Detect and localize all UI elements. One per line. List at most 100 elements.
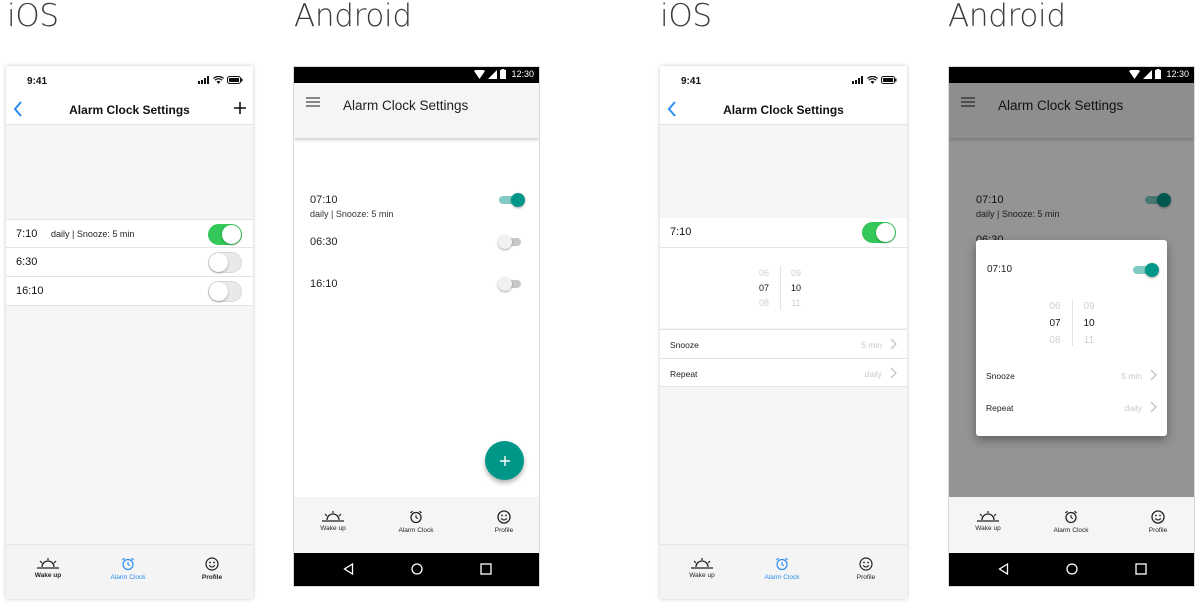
minute-picker-column[interactable]: 09 10 11: [1077, 298, 1101, 349]
platform-label-ios: iOS: [660, 0, 712, 34]
chevron-right-icon: [890, 367, 897, 379]
page-title: Alarm Clock Settings: [723, 103, 844, 117]
alarm-edit-dialog: 07:10 06 07 08 09 10 11 Snooze 5 min Rep…: [976, 240, 1167, 436]
smiley-icon: [859, 557, 873, 571]
alarm-time: 07:10: [310, 194, 338, 206]
tab-alarm-clock[interactable]: Alarm Clock: [381, 510, 451, 534]
alarm-row[interactable]: 6:30: [6, 248, 253, 277]
alarm-details: daily | Snooze: 5 min: [51, 229, 135, 239]
status-bar: 12:30: [294, 67, 539, 83]
chevron-right-icon: [890, 338, 897, 350]
cellular-signal-icon: [198, 76, 209, 84]
alarm-time: 16:10: [16, 285, 44, 297]
alarm-switch[interactable]: [499, 193, 525, 207]
sunrise-icon: [977, 511, 999, 522]
home-circle-icon[interactable]: [411, 563, 423, 575]
snooze-row[interactable]: Snooze 5 min: [976, 361, 1167, 390]
status-bar: 9:41: [6, 66, 253, 96]
bottom-navigation: Wake up Alarm Clock Profile: [949, 497, 1194, 553]
bottom-navigation: Wake up Alarm Clock Profile: [294, 497, 539, 553]
alarm-toggle[interactable]: [208, 224, 242, 245]
navigation-bar: Alarm Clock Settings: [6, 96, 253, 125]
android-alarm-list-screen: 12:30 Alarm Clock Settings 07:10 daily |…: [293, 66, 540, 587]
tab-wake-up[interactable]: Wake up: [298, 510, 368, 532]
alarm-toggle[interactable]: [208, 252, 242, 273]
alarm-clock-icon: [122, 557, 134, 571]
alarm-clock-icon: [410, 510, 422, 524]
status-time: 9:41: [681, 76, 702, 87]
tab-alarm-clock[interactable]: Alarm Clock: [747, 557, 817, 581]
add-alarm-fab[interactable]: [485, 441, 524, 480]
tab-wake-up[interactable]: Wake up: [13, 557, 83, 579]
smiley-icon: [497, 510, 511, 524]
tab-alarm-clock[interactable]: Alarm Clock: [93, 557, 163, 581]
hamburger-menu-icon[interactable]: [306, 97, 320, 107]
alarm-clock-icon: [776, 557, 788, 571]
tab-bar: Wake up Alarm Clock Profile: [660, 544, 907, 599]
tab-profile[interactable]: Profile: [177, 557, 247, 581]
platform-label-android: Android: [294, 0, 412, 34]
time-picker[interactable]: 06 07 08 09 10 11: [660, 248, 907, 328]
tab-profile[interactable]: Profile: [831, 557, 901, 581]
hour-picker-column[interactable]: 06 07 08: [752, 266, 776, 311]
alarm-clock-icon: [1065, 510, 1077, 524]
alarm-time: 6:30: [16, 256, 38, 268]
alarm-row[interactable]: 16:10: [6, 277, 253, 306]
navigation-bar: Alarm Clock Settings: [660, 96, 907, 125]
ios-alarm-edit-screen: 9:41 Alarm Clock Settings 7:10 06 07 08 …: [660, 66, 907, 599]
plus-icon: [499, 455, 510, 466]
add-alarm-button[interactable]: [233, 101, 247, 115]
cellular-signal-icon: [1143, 69, 1153, 79]
hour-picker-column[interactable]: 06 07 08: [1043, 298, 1067, 349]
alarm-time: 7:10: [670, 226, 692, 238]
wifi-icon: [1129, 69, 1141, 79]
recents-square-icon[interactable]: [1135, 563, 1147, 575]
wifi-icon: [474, 69, 486, 79]
status-time: 9:41: [27, 76, 48, 87]
tab-wake-up[interactable]: Wake up: [667, 557, 737, 579]
tab-profile[interactable]: Profile: [469, 510, 539, 534]
wifi-icon: [213, 76, 224, 84]
status-bar: 12:30: [949, 67, 1194, 83]
recents-square-icon[interactable]: [480, 563, 492, 575]
minute-picker-column[interactable]: 09 10 11: [784, 266, 808, 311]
chevron-right-icon: [1150, 369, 1157, 381]
chevron-right-icon: [1150, 401, 1157, 413]
back-triangle-icon[interactable]: [343, 563, 354, 575]
alarm-row[interactable]: 7:10 daily | Snooze: 5 min: [6, 219, 253, 248]
tab-alarm-clock[interactable]: Alarm Clock: [1036, 510, 1106, 534]
page-title: Alarm Clock Settings: [343, 98, 469, 113]
alarm-details: daily | Snooze: 5 min: [310, 209, 394, 219]
alarm-time: 16:10: [310, 278, 338, 290]
repeat-row[interactable]: Repeat daily: [976, 393, 1167, 422]
app-bar: Alarm Clock Settings: [294, 83, 539, 138]
android-alarm-edit-screen: Alarm Clock Settings 07:10 daily | Snooz…: [948, 66, 1195, 587]
wifi-icon: [867, 76, 878, 84]
page-title: Alarm Clock Settings: [69, 103, 190, 117]
alarm-toggle[interactable]: [862, 222, 896, 243]
battery-icon: [881, 76, 897, 84]
back-triangle-icon[interactable]: [998, 563, 1009, 575]
alarm-switch[interactable]: [1133, 263, 1159, 277]
tab-profile[interactable]: Profile: [1123, 510, 1193, 534]
tab-wake-up[interactable]: Wake up: [953, 510, 1023, 532]
ios-alarm-list-screen: 9:41 Alarm Clock Settings 7:10 daily | S…: [6, 66, 253, 599]
system-navigation-bar: [949, 553, 1194, 586]
alarm-time: 06:30: [310, 236, 338, 248]
picker-divider: [1072, 300, 1073, 346]
home-circle-icon[interactable]: [1066, 563, 1078, 575]
alarm-time: 7:10: [16, 228, 38, 240]
battery-icon: [227, 76, 243, 84]
dialog-alarm-time: 07:10: [987, 264, 1013, 275]
alarm-switch[interactable]: [498, 235, 523, 249]
status-time: 12:30: [1166, 69, 1189, 79]
repeat-row[interactable]: Repeat daily: [660, 358, 907, 387]
alarm-switch[interactable]: [498, 277, 523, 291]
status-time: 12:30: [511, 69, 534, 79]
alarm-toggle[interactable]: [208, 281, 242, 302]
sunrise-icon: [691, 558, 713, 569]
smiley-icon: [1151, 510, 1165, 524]
snooze-row[interactable]: Snooze 5 min: [660, 329, 907, 358]
tab-bar: Wake up Alarm Clock Profile: [6, 544, 253, 599]
alarm-row[interactable]: 7:10: [660, 218, 907, 248]
